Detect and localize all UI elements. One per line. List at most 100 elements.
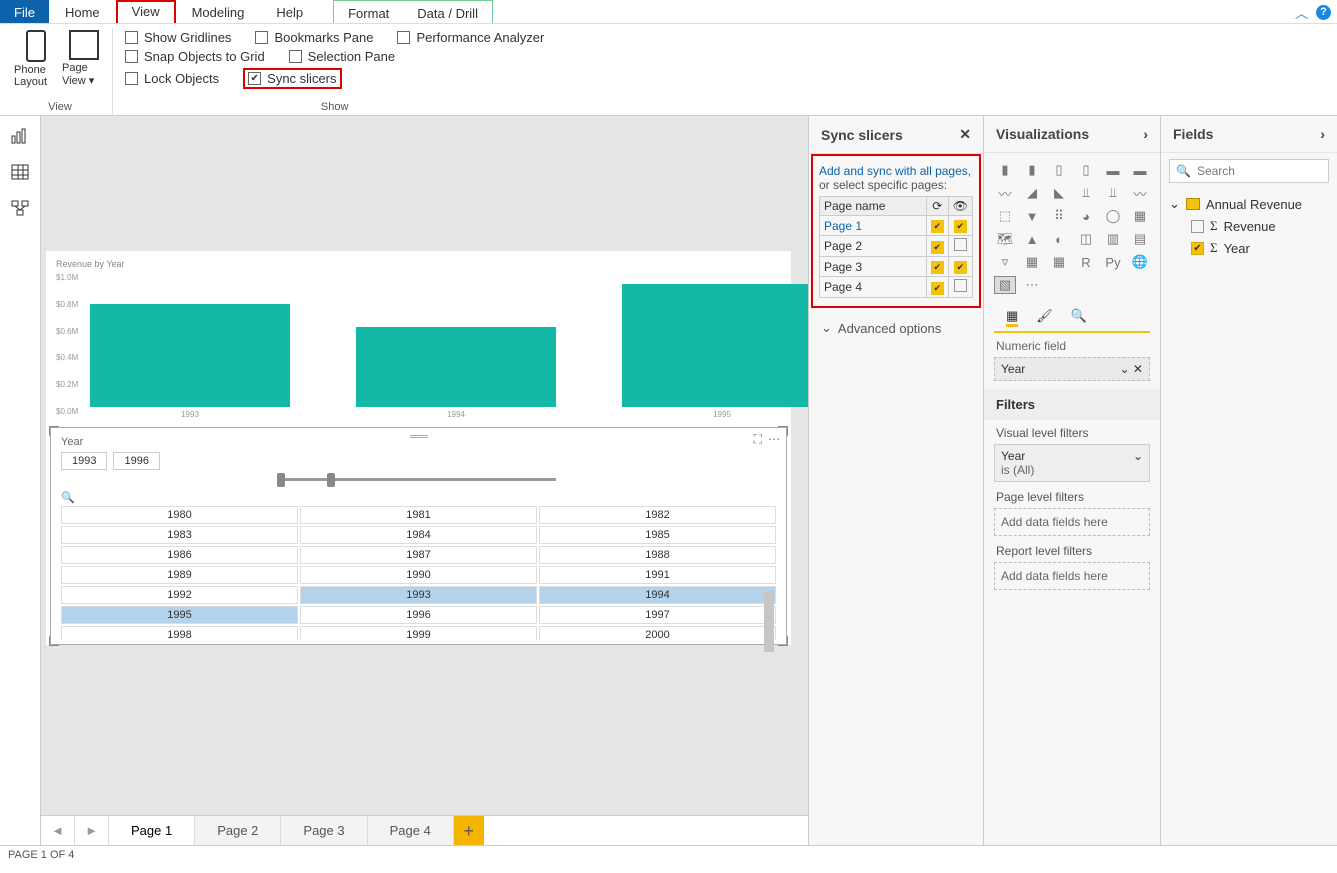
year-cell-1980[interactable]: 1980 bbox=[61, 506, 298, 524]
year-cell-1982[interactable]: 1982 bbox=[539, 506, 776, 524]
sync-checkbox[interactable]: ✔ bbox=[926, 257, 948, 277]
pie-icon[interactable]: ◕ bbox=[1075, 207, 1097, 225]
visible-header-icon[interactable]: 👁 bbox=[948, 197, 972, 216]
filled-map-icon[interactable]: ▲ bbox=[1021, 230, 1043, 248]
selection-pane-checkbox[interactable]: Selection Pane bbox=[289, 49, 395, 64]
visible-checkbox[interactable]: ✔ bbox=[948, 216, 972, 236]
sync-row-page-3[interactable]: Page 3 bbox=[820, 257, 927, 277]
year-cell-2000[interactable]: 2000 bbox=[539, 626, 776, 640]
page-filter-well[interactable]: Add data fields here bbox=[994, 508, 1150, 536]
advanced-options-toggle[interactable]: ⌄Advanced options bbox=[809, 312, 983, 344]
100-bar-icon[interactable]: ▬ bbox=[1102, 161, 1124, 179]
bar-1995[interactable] bbox=[622, 284, 808, 407]
phone-layout-button[interactable]: Phone Layout bbox=[14, 28, 58, 88]
gauge-icon[interactable]: ◐ bbox=[1048, 230, 1070, 248]
year-cell-1987[interactable]: 1987 bbox=[300, 546, 537, 564]
py-visual-icon[interactable]: Py bbox=[1102, 253, 1124, 271]
bar-chart[interactable]: Revenue by Year $1.0M$0.8M$0.6M$0.4M$0.2… bbox=[46, 251, 791, 423]
menu-home[interactable]: Home bbox=[49, 0, 116, 23]
report-filter-well[interactable]: Add data fields here bbox=[994, 562, 1150, 590]
line-column-icon[interactable]: ⫫ bbox=[1075, 184, 1097, 202]
range-slider[interactable] bbox=[281, 478, 556, 481]
more-options-icon[interactable]: ⋯ bbox=[768, 432, 780, 447]
sync-header-icon[interactable]: ⟳ bbox=[926, 197, 948, 216]
chevron-up-icon[interactable]: ︿ bbox=[1295, 3, 1308, 22]
table-icon[interactable]: ▦ bbox=[1021, 253, 1043, 271]
page-prev-button[interactable]: ◄ bbox=[41, 816, 75, 845]
sync-row-page-2[interactable]: Page 2 bbox=[820, 236, 927, 257]
ribbon-icon[interactable]: 〰 bbox=[1129, 184, 1151, 202]
line-column2-icon[interactable]: ⫫ bbox=[1102, 184, 1124, 202]
100-column-icon[interactable]: ▬ bbox=[1129, 161, 1151, 179]
field-year[interactable]: ✔ΣYear bbox=[1169, 237, 1329, 259]
year-cell-1988[interactable]: 1988 bbox=[539, 546, 776, 564]
sync-row-page-1[interactable]: Page 1 bbox=[820, 216, 927, 236]
sync-checkbox[interactable]: ✔ bbox=[926, 277, 948, 298]
report-canvas[interactable]: Revenue by Year $1.0M$0.8M$0.6M$0.4M$0.2… bbox=[41, 116, 808, 845]
sync-row-page-4[interactable]: Page 4 bbox=[820, 277, 927, 298]
visible-checkbox[interactable] bbox=[948, 236, 972, 257]
close-icon[interactable]: ✕ bbox=[959, 126, 971, 143]
sync-checkbox[interactable]: ✔ bbox=[926, 216, 948, 236]
format-tab-icon[interactable]: 🖌 bbox=[1036, 308, 1053, 327]
donut-icon[interactable]: ◯ bbox=[1102, 207, 1124, 225]
year-cell-1983[interactable]: 1983 bbox=[61, 526, 298, 544]
map-icon[interactable]: 🗺 bbox=[994, 230, 1016, 248]
visible-checkbox[interactable]: ✔ bbox=[948, 257, 972, 277]
table-annual-revenue[interactable]: ⌄Annual Revenue bbox=[1169, 193, 1329, 215]
chevron-right-icon[interactable]: › bbox=[1320, 126, 1325, 142]
scatter-icon[interactable]: ⠿ bbox=[1048, 207, 1070, 225]
sync-slicers-checkbox[interactable]: ✔Sync slicers bbox=[248, 71, 336, 86]
page-tab-3[interactable]: Page 3 bbox=[281, 816, 367, 845]
year-cell-1986[interactable]: 1986 bbox=[61, 546, 298, 564]
visible-checkbox[interactable] bbox=[948, 277, 972, 298]
clustered-bar-icon[interactable]: ▮ bbox=[1021, 161, 1043, 179]
menu-format[interactable]: Format bbox=[334, 1, 403, 23]
range-from-input[interactable]: 1993 bbox=[61, 452, 107, 470]
menu-datadrill[interactable]: Data / Drill bbox=[403, 1, 492, 23]
year-cell-1998[interactable]: 1998 bbox=[61, 626, 298, 640]
scrollbar[interactable] bbox=[764, 592, 774, 634]
chevron-right-icon[interactable]: › bbox=[1143, 126, 1148, 142]
year-cell-1991[interactable]: 1991 bbox=[539, 566, 776, 584]
clustered-column-icon[interactable]: ▯ bbox=[1075, 161, 1097, 179]
add-page-button[interactable]: + bbox=[454, 816, 484, 845]
bookmarks-pane-checkbox[interactable]: Bookmarks Pane bbox=[255, 30, 373, 45]
custom-icon[interactable]: ▧ bbox=[994, 276, 1016, 294]
menu-file[interactable]: File bbox=[0, 0, 49, 23]
help-icon[interactable]: ? bbox=[1316, 5, 1331, 20]
page-tab-1[interactable]: Page 1 bbox=[109, 816, 195, 845]
year-cell-1999[interactable]: 1999 bbox=[300, 626, 537, 640]
year-cell-1985[interactable]: 1985 bbox=[539, 526, 776, 544]
line-icon[interactable]: 〰 bbox=[994, 184, 1016, 202]
visual-filter-year[interactable]: Year⌄ is (All) bbox=[994, 444, 1150, 482]
analytics-tab-icon[interactable]: 🔍 bbox=[1071, 308, 1087, 327]
year-cell-1994[interactable]: 1994 bbox=[539, 586, 776, 604]
menu-modeling[interactable]: Modeling bbox=[176, 0, 261, 23]
slicer-search[interactable]: 🔍 bbox=[61, 491, 776, 504]
year-slicer[interactable]: ⛶ ⋯ Year 1993 1996 🔍 1980198119821983198… bbox=[50, 427, 787, 645]
menu-view[interactable]: View bbox=[116, 0, 176, 23]
range-to-input[interactable]: 1996 bbox=[113, 452, 159, 470]
field-revenue[interactable]: ΣRevenue bbox=[1169, 215, 1329, 237]
page-tab-2[interactable]: Page 2 bbox=[195, 816, 281, 845]
slider-thumb-right[interactable] bbox=[327, 473, 335, 487]
kpi-icon[interactable]: ▤ bbox=[1129, 230, 1151, 248]
page-view-button[interactable]: Page View ▾ bbox=[62, 28, 106, 88]
treemap-icon[interactable]: ▦ bbox=[1129, 207, 1151, 225]
performance-analyzer-checkbox[interactable]: Performance Analyzer bbox=[397, 30, 544, 45]
fields-search-input[interactable]: 🔍Search bbox=[1169, 159, 1329, 183]
numeric-field-well[interactable]: Year⌄ ✕ bbox=[994, 357, 1150, 381]
lock-objects-checkbox[interactable]: Lock Objects bbox=[125, 68, 219, 89]
sync-checkbox[interactable]: ✔ bbox=[926, 236, 948, 257]
waterfall-icon[interactable]: ⬚ bbox=[994, 207, 1016, 225]
menu-help[interactable]: Help bbox=[260, 0, 319, 23]
r-visual-icon[interactable]: R bbox=[1075, 253, 1097, 271]
year-cell-1995[interactable]: 1995 bbox=[61, 606, 298, 624]
year-cell-1990[interactable]: 1990 bbox=[300, 566, 537, 584]
stacked-area-icon[interactable]: ◣ bbox=[1048, 184, 1070, 202]
sync-hint-link[interactable]: Add and sync with all pages, bbox=[819, 164, 973, 178]
show-gridlines-checkbox[interactable]: Show Gridlines bbox=[125, 30, 231, 45]
bar-1994[interactable] bbox=[356, 327, 556, 407]
multi-card-icon[interactable]: ▥ bbox=[1102, 230, 1124, 248]
